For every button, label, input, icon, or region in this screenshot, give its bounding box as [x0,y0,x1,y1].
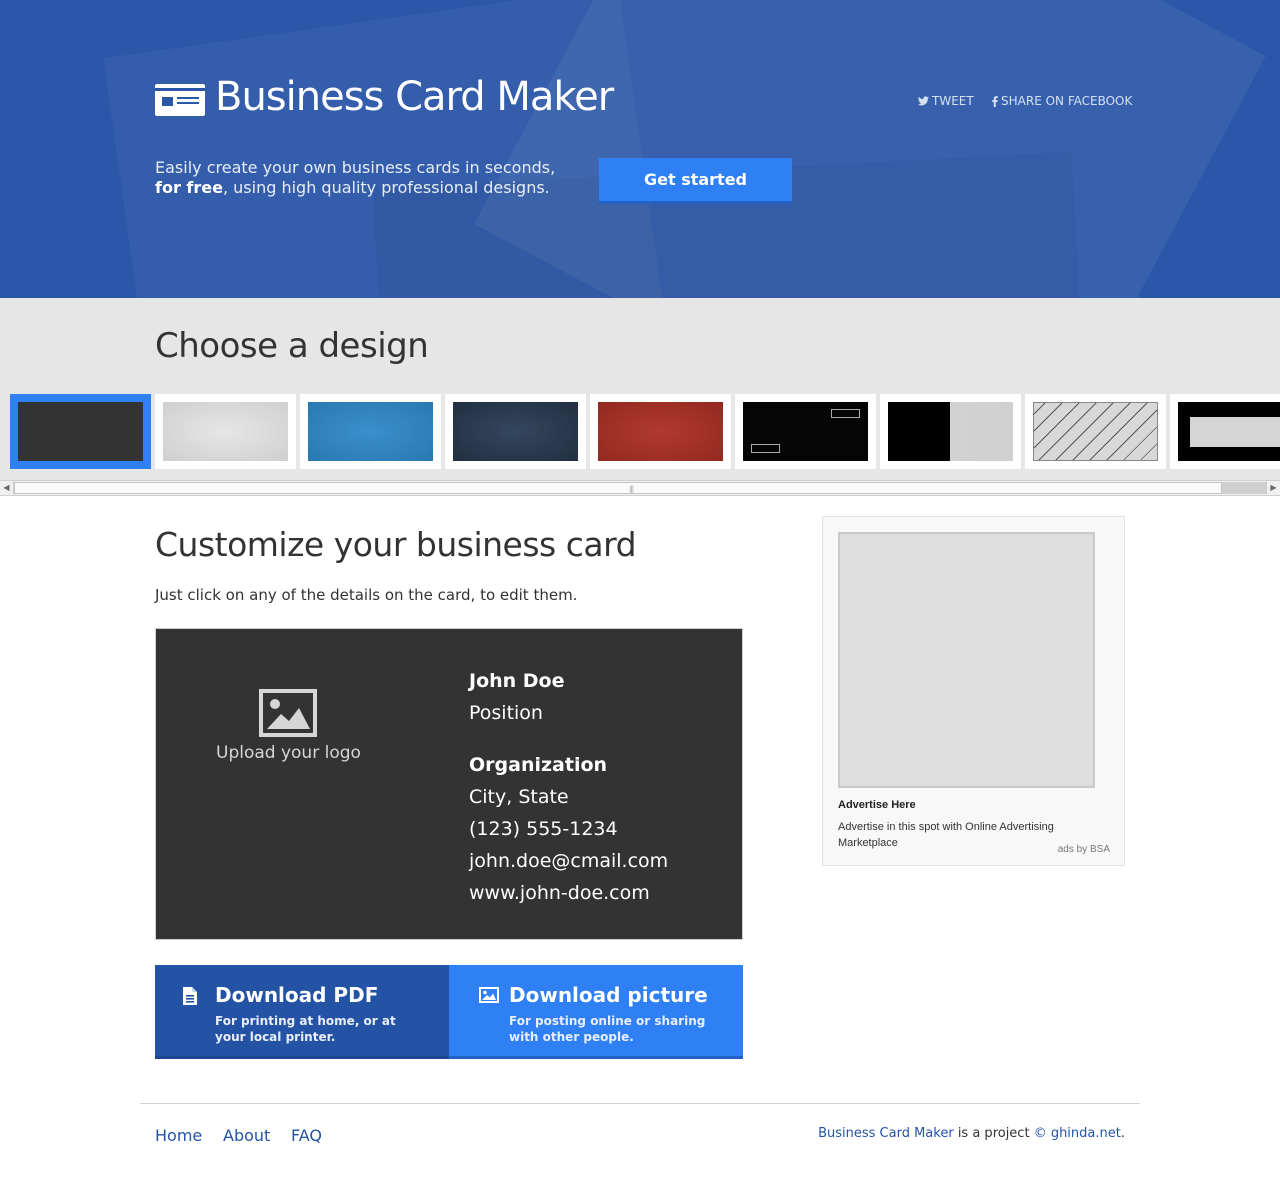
design-thumb-dark-gray[interactable] [10,394,151,469]
scrollbar-track[interactable] [1222,482,1266,494]
design-thumb-navy[interactable] [445,394,586,469]
advertisement[interactable]: Advertise Here Advertise in this spot wi… [822,516,1125,866]
upload-logo-button[interactable]: Upload your logo [216,689,361,763]
footer-link-about[interactable]: About [223,1126,270,1145]
download-picture-title: Download picture [509,983,708,1007]
picture-icon [479,987,499,1003]
card-organization[interactable]: Organization [469,754,607,776]
design-thumb-diagonal-stripes[interactable] [1025,394,1166,469]
ad-attribution[interactable]: ads by BSA [1058,844,1110,855]
hero-header: Business Card Maker TWEET SHARE ON FACEB… [0,0,1280,298]
business-card-logo-icon [155,84,205,116]
site-title: Business Card Maker [215,74,614,120]
design-thumb-black-boxes[interactable] [735,394,876,469]
footer-divider [140,1103,1140,1104]
design-thumb-light-gray[interactable] [155,394,296,469]
scroll-left-arrow-icon[interactable]: ◀ [0,481,14,495]
image-icon [259,689,317,737]
design-thumb-black-frame[interactable] [1170,394,1280,469]
design-thumb-blue[interactable] [300,394,441,469]
design-thumbnails [0,394,1280,469]
footer-credits: Business Card Maker is a project © ghind… [818,1126,1125,1141]
download-pdf-title: Download PDF [215,983,379,1007]
scrollbar-thumb[interactable]: ||| [14,482,1222,494]
facebook-icon [992,95,998,107]
download-picture-button[interactable]: Download picture For posting online or s… [449,965,743,1059]
card-website[interactable]: www.john-doe.com [469,882,650,904]
section-title: Choose a design [155,326,429,366]
file-icon [183,987,197,1005]
share-facebook-link[interactable]: SHARE ON FACEBOOK [992,94,1132,108]
footer-link-home[interactable]: Home [155,1126,202,1145]
card-phone[interactable]: (123) 555-1234 [469,818,618,840]
credit-site-link[interactable]: Business Card Maker [818,1126,954,1141]
business-card-preview: Upload your logo John Doe Position Organ… [155,628,743,940]
horizontal-scrollbar[interactable]: ◀ ||| ▶ [0,480,1280,496]
card-email[interactable]: john.doe@cmail.com [469,850,668,872]
tagline: Easily create your own business cards in… [155,158,556,197]
design-picker: Choose a design ◀ ||| ▶ [0,298,1280,496]
ad-title[interactable]: Advertise Here [838,799,916,811]
download-pdf-description: For printing at home, or at your local p… [215,1014,396,1044]
tweet-link[interactable]: TWEET [918,94,974,108]
card-position[interactable]: Position [469,702,543,724]
ad-image-placeholder[interactable] [838,532,1095,788]
get-started-button[interactable]: Get started [599,158,792,204]
twitter-icon [918,96,929,106]
card-city-state[interactable]: City, State [469,786,569,808]
scroll-right-arrow-icon[interactable]: ▶ [1266,481,1280,495]
design-thumb-black-gray-split[interactable] [880,394,1021,469]
customize-title: Customize your business card [155,525,637,564]
credit-author-link[interactable]: © ghinda.net [1034,1126,1121,1141]
customize-subtitle: Just click on any of the details on the … [155,586,578,604]
download-pdf-button[interactable]: Download PDF For printing at home, or at… [155,965,449,1059]
download-picture-description: For posting online or sharing with other… [509,1014,706,1044]
card-name[interactable]: John Doe [469,670,565,692]
design-thumb-red[interactable] [590,394,731,469]
footer-link-faq[interactable]: FAQ [291,1126,322,1145]
